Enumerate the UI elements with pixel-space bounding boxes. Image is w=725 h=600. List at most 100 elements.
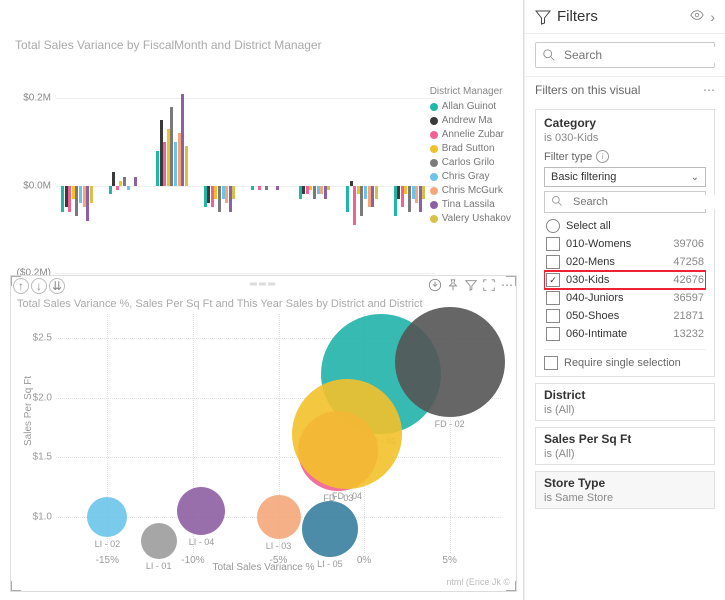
bar[interactable] — [306, 186, 309, 195]
legend-item[interactable]: Allan Guinot — [430, 101, 511, 112]
bar[interactable] — [72, 186, 75, 199]
bar[interactable] — [375, 186, 378, 199]
bar[interactable] — [167, 129, 170, 186]
bar[interactable] — [127, 186, 130, 190]
bar[interactable] — [160, 120, 163, 186]
bar[interactable] — [90, 186, 93, 204]
bar[interactable] — [225, 186, 228, 204]
download-icon[interactable] — [428, 278, 442, 292]
bar[interactable] — [79, 186, 82, 204]
bar[interactable] — [346, 186, 349, 212]
bubble[interactable] — [87, 497, 127, 537]
bar[interactable] — [317, 186, 320, 195]
bar[interactable] — [232, 186, 235, 199]
bar[interactable] — [404, 186, 407, 195]
scatter-chart-visual[interactable]: ↑ ↓ ⇊ ═══ ⋯ Total Sales Var — [10, 275, 517, 592]
bar[interactable] — [119, 181, 122, 185]
bar[interactable] — [185, 146, 188, 185]
bar[interactable] — [163, 142, 166, 186]
drill-up-icon[interactable]: ↑ — [13, 278, 29, 294]
bar[interactable] — [61, 186, 64, 212]
bar[interactable] — [65, 186, 68, 208]
bar[interactable] — [229, 186, 232, 212]
filter-option[interactable]: 060-Intimate13232 — [544, 325, 706, 343]
bar[interactable] — [302, 186, 305, 195]
bar-chart-visual[interactable]: Total Sales Variance by FiscalMonth and … — [10, 30, 515, 270]
legend-item[interactable]: Brad Sutton — [430, 143, 511, 154]
eye-icon[interactable] — [690, 8, 704, 25]
bar[interactable] — [324, 186, 327, 199]
legend-item[interactable]: Carlos Grilo — [430, 157, 511, 168]
filter-option[interactable]: 020-Mens47258 — [544, 253, 706, 271]
bar[interactable] — [408, 186, 411, 212]
bubble[interactable] — [292, 379, 402, 489]
bar[interactable] — [299, 186, 302, 199]
legend-item[interactable]: Tina Lassila — [430, 199, 511, 210]
bar[interactable] — [214, 186, 217, 199]
bar[interactable] — [419, 186, 422, 212]
bar[interactable] — [415, 186, 418, 204]
bar[interactable] — [258, 186, 261, 190]
legend-item[interactable]: Chris McGurk — [430, 185, 511, 196]
bar[interactable] — [309, 186, 312, 190]
bar[interactable] — [320, 186, 323, 195]
filter-option-select-all[interactable]: Select all — [544, 217, 706, 235]
filters-search[interactable] — [535, 42, 715, 68]
bar[interactable] — [394, 186, 397, 217]
bar[interactable] — [178, 133, 181, 186]
filter-card-store-type[interactable]: Store Type is Same Store — [535, 471, 715, 509]
focus-icon[interactable] — [482, 278, 496, 292]
bar[interactable] — [68, 186, 71, 212]
bar[interactable] — [397, 186, 400, 199]
bar[interactable] — [222, 186, 225, 199]
bar[interactable] — [353, 186, 356, 225]
filter-card-sqft[interactable]: Sales Per Sq Ft is (All) — [535, 427, 715, 465]
info-icon[interactable]: i — [596, 150, 609, 163]
drag-handle-icon[interactable]: ═══ — [250, 279, 277, 290]
legend-item[interactable]: Andrew Ma — [430, 115, 511, 126]
bar[interactable] — [371, 186, 374, 208]
drill-down-icon[interactable]: ↓ — [31, 278, 47, 294]
bar[interactable] — [207, 186, 210, 204]
bar[interactable] — [368, 186, 371, 208]
bar[interactable] — [174, 142, 177, 186]
filter-option[interactable]: 040-Juniors36597 — [544, 289, 706, 307]
section-more-icon[interactable]: ⋯ — [703, 83, 715, 97]
legend-item[interactable]: Valery Ushakov — [430, 213, 511, 224]
bar[interactable] — [422, 186, 425, 199]
collapse-icon[interactable]: › — [710, 9, 715, 25]
bar[interactable] — [204, 186, 207, 208]
filter-option[interactable]: 010-Womens39706 — [544, 235, 706, 253]
bar[interactable] — [357, 186, 360, 195]
bar[interactable] — [360, 186, 363, 217]
bar[interactable] — [211, 186, 214, 208]
bar[interactable] — [109, 186, 112, 195]
legend-item[interactable]: Chris Gray — [430, 171, 511, 182]
filter-type-select[interactable]: Basic filtering ⌄ — [544, 167, 706, 187]
bubble[interactable] — [141, 523, 177, 559]
filter-values-search-input[interactable] — [571, 195, 717, 209]
bar[interactable] — [251, 186, 254, 190]
bar[interactable] — [350, 181, 353, 185]
bar[interactable] — [170, 107, 173, 186]
pin-icon[interactable] — [446, 278, 460, 292]
filter-option[interactable]: 050-Shoes21871 — [544, 307, 706, 325]
filter-option[interactable]: ✓030-Kids42676 — [544, 271, 706, 289]
require-single-row[interactable]: Require single selection — [544, 349, 706, 370]
bar[interactable] — [123, 177, 126, 186]
bar[interactable] — [218, 186, 221, 212]
legend-item[interactable]: Annelie Zubar — [430, 129, 511, 140]
bubble[interactable] — [395, 307, 505, 417]
bubble[interactable] — [257, 495, 301, 539]
bar[interactable] — [156, 151, 159, 186]
bar[interactable] — [364, 186, 367, 199]
expand-down-icon[interactable]: ⇊ — [49, 278, 65, 294]
filter-card-category[interactable]: Category is 030-Kids Filter type i Basic… — [535, 109, 715, 377]
bubble[interactable] — [177, 487, 225, 535]
bar[interactable] — [112, 172, 115, 185]
bar[interactable] — [75, 186, 78, 217]
bar[interactable] — [181, 94, 184, 186]
bar[interactable] — [83, 186, 86, 208]
bar[interactable] — [116, 186, 119, 190]
filters-search-input[interactable] — [562, 47, 721, 63]
